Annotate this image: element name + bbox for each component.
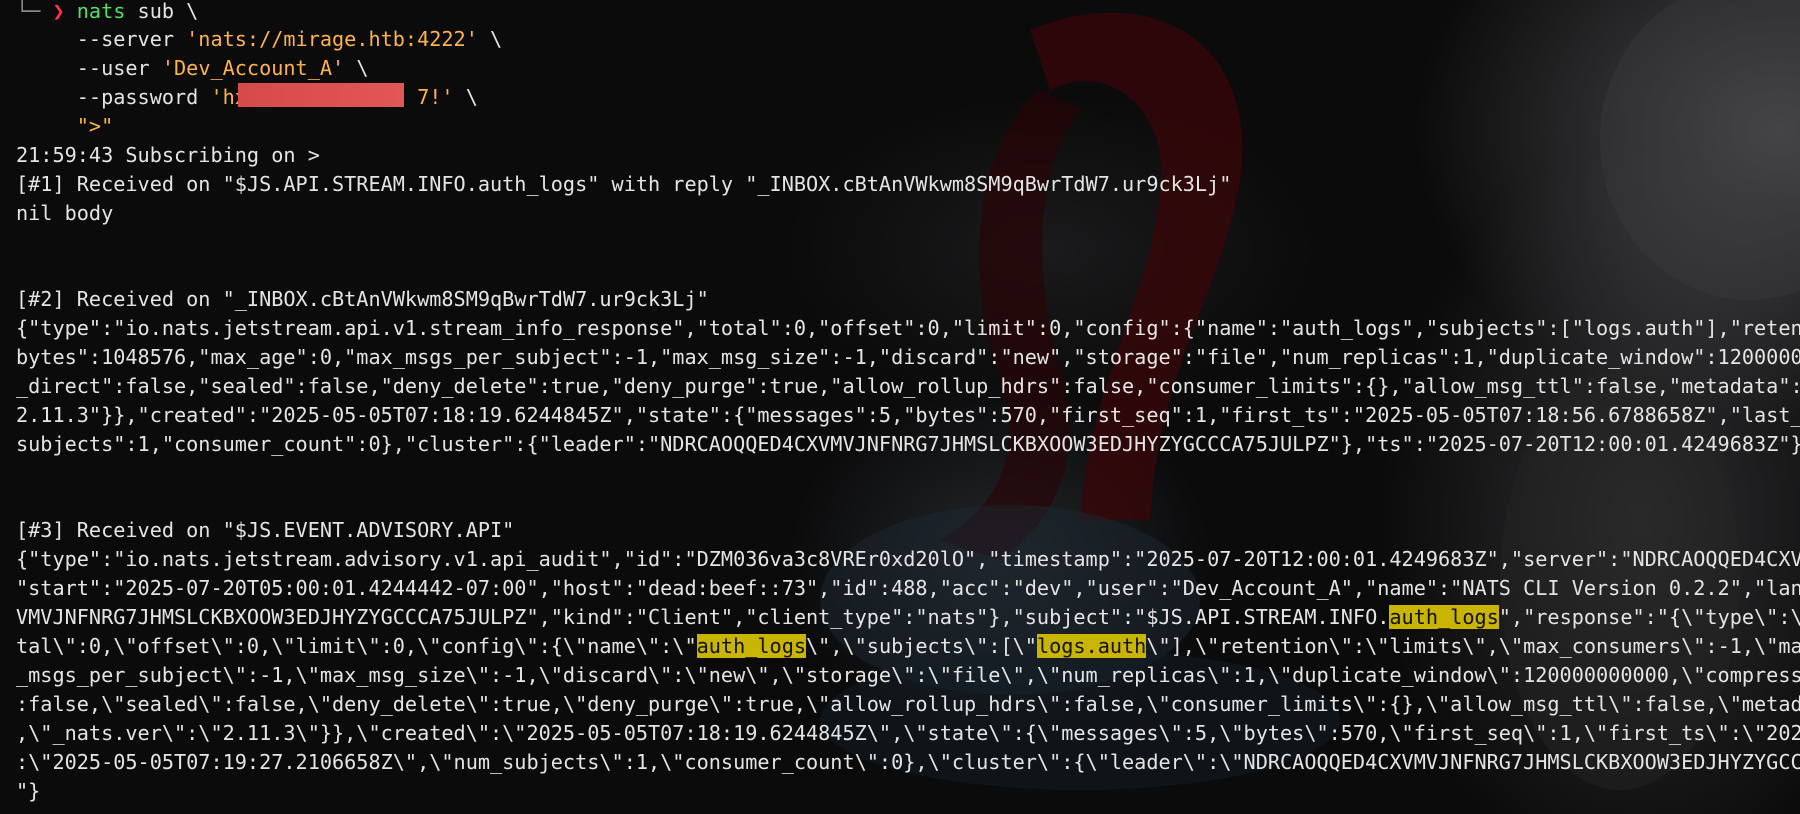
command-line-subject: ">" [16,112,113,141]
msg3-body-line: _msgs_per_subject\":-1,\"max_msg_size\":… [16,663,1800,687]
command-name: nats [76,0,126,23]
search-highlight: logs.auth [1036,634,1147,658]
search-highlight: auth_logs [696,634,807,658]
command-line-1: └─ ❯ nats sub \ [16,0,198,26]
line-continuation: \ [477,27,503,51]
msg3-header: [#3] Received on "$JS.EVENT.ADVISORY.API… [16,518,515,542]
msg3-text-segment: \",\"subjects\":[\" [806,634,1037,658]
msg2-body-line: subjects":1,"consumer_count":0},"cluster… [16,432,1800,456]
msg2-body-line: 2.11.3"}},"created":"2025-05-05T07:18:19… [16,403,1800,427]
server-value: 'nats://mirage.htb:4222' [186,27,478,51]
msg3-text-segment: tal\":0,\"offset\":0,\"limit\":0,\"confi… [16,634,697,658]
msg3-body-line: :false,\"sealed\":false,\"deny_delete\":… [16,692,1800,716]
msg3-body-line: {"type":"io.nats.jetstream.advisory.v1.a… [16,547,1800,571]
msg1-header: [#1] Received on "$JS.API.STREAM.INFO.au… [16,172,1232,196]
line-continuation: \ [453,85,478,109]
terminal-window[interactable]: └─ ❯ nats sub \ --server 'nats://mirage.… [0,0,1800,814]
msg3-text-segment: VMVJNFNRG7JHMSLCKBXOOW3EDJHYZYGCCCA75JUL… [16,605,1390,629]
msg3-text-segment: ","response":"{\"type\":\"io.nats. [1498,605,1800,629]
msg3-body-line: ,\"_nats.ver\":\"2.11.3\"}},\"created\":… [16,721,1800,745]
subscribing-line: 21:59:43 Subscribing on > [16,143,320,167]
msg2-body-line: _direct":false,"sealed":false,"deny_dele… [16,374,1800,398]
command-line-server: --server 'nats://mirage.htb:4222' \ [16,25,502,54]
prompt-corner-glyph: └─ [16,0,41,23]
msg3-body-line: :\"2025-05-05T07:19:27.2106658Z\",\"num_… [16,750,1800,774]
password-flag: --password [16,85,211,109]
msg2-body-line: bytes":1048576,"max_age":0,"max_msgs_per… [16,345,1800,369]
msg3-body-line: VMVJNFNRG7JHMSLCKBXOOW3EDJHYZYGCCCA75JUL… [16,603,1800,632]
msg3-body-line: tal\":0,\"offset\":0,\"limit\":0,\"confi… [16,632,1800,661]
search-highlight: auth_logs [1389,605,1499,629]
command-line-user: --user 'Dev_Account_A' \ [16,54,369,83]
password-redaction-bar [238,83,404,107]
terminal-output: └─ ❯ nats sub \ --server 'nats://mirage.… [0,0,1800,814]
msg2-header: [#2] Received on "_INBOX.cBtAnVWkwm8SM9q… [16,287,709,311]
command-args: sub \ [125,0,199,23]
user-value: 'Dev_Account_A' [161,56,345,80]
server-flag: --server [16,27,187,51]
msg3-body-line: "start":"2025-07-20T05:00:01.4244442-07:… [16,576,1800,600]
msg3-text-segment: \"],\"retention\":\"limits\",\"max_consu… [1146,634,1800,658]
msg1-body: nil body [16,201,114,225]
prompt-arrow-icon: ❯ [52,0,65,23]
user-flag: --user [16,56,162,80]
msg3-body-line: "} [16,779,41,803]
line-continuation: \ [344,56,369,80]
subject-value: ">" [76,114,114,138]
msg2-body-line: {"type":"io.nats.jetstream.api.v1.stream… [16,316,1800,340]
